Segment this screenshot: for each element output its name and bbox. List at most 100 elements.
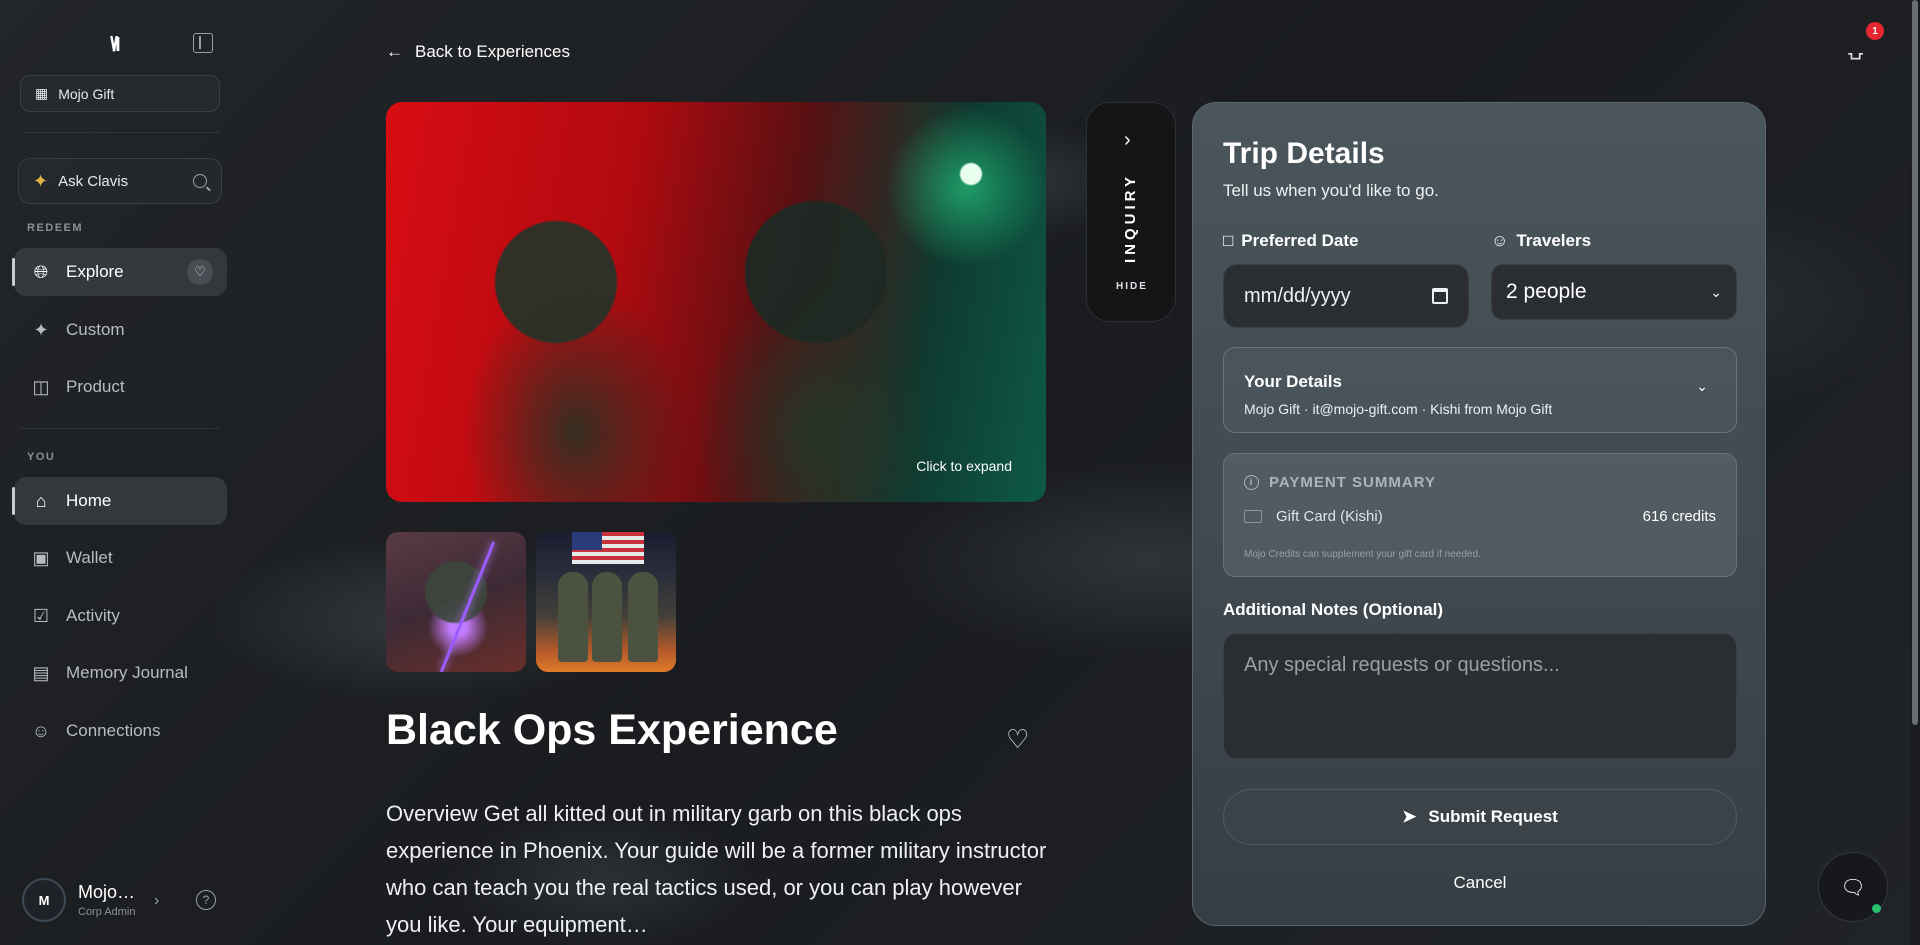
sidebar: \/I ▦ Mojo Gift ✦ Ask Clavis REDEEM 🌐︎ E…	[0, 0, 240, 945]
sidebar-item-label: Explore	[66, 262, 124, 281]
hide-label: HIDE	[1116, 281, 1148, 292]
help-icon[interactable]: ?	[196, 890, 216, 910]
details-heading: Your Details	[1244, 372, 1342, 391]
book-icon: ▤	[32, 662, 50, 683]
favorite-heart-icon[interactable]: ♡	[1006, 724, 1029, 755]
gift-icon: ◫	[32, 376, 50, 397]
hero-image[interactable]: Click to expand	[386, 102, 1046, 502]
users-icon: ☺	[31, 720, 51, 741]
soldier-figure	[628, 572, 658, 662]
section-label-you: YOU	[27, 451, 56, 463]
calendar-icon: □	[1223, 231, 1234, 250]
inquiry-label: INQUIRY	[1122, 173, 1139, 263]
submit-label: Submit Request	[1428, 807, 1558, 826]
sidebar-item-label: Wallet	[66, 548, 113, 567]
chevron-right-icon: ›	[1124, 129, 1131, 151]
notification-badge: 1	[1866, 22, 1884, 40]
sidebar-item-label: Home	[66, 491, 112, 510]
hero-caption: Click to expand	[916, 458, 1012, 474]
users-icon: ☺	[1491, 231, 1509, 250]
chevron-right-icon: ›	[154, 892, 160, 909]
sidebar-item-label: Activity	[66, 606, 120, 625]
bell-icon[interactable]: ⍽	[1848, 36, 1863, 61]
sidebar-item-home[interactable]: ⌂ Home	[12, 477, 227, 525]
payment-method: Gift Card (Kishi)	[1276, 508, 1383, 525]
notes-textarea[interactable]: Any special requests or questions...	[1223, 633, 1737, 759]
calendar-picker-icon[interactable]	[1432, 288, 1448, 304]
sidebar-item-activity[interactable]: ☑ Activity	[14, 592, 227, 640]
search-icon	[193, 174, 207, 188]
sidebar-item-memory-journal[interactable]: ▤ Memory Journal	[14, 649, 227, 697]
travelers-value: 2 people	[1506, 280, 1587, 303]
online-status-dot	[1872, 904, 1881, 913]
sidebar-item-label: Memory Journal	[66, 663, 188, 682]
chat-bubble-icon: 🗨︎	[1840, 876, 1866, 899]
sidebar-item-label: Custom	[66, 320, 125, 339]
gift-card-icon	[1244, 510, 1262, 523]
chevron-down-icon: ⌄	[1710, 283, 1722, 300]
submit-request-button[interactable]: ➤ Submit Request	[1223, 789, 1737, 845]
sidebar-item-label: Connections	[66, 721, 161, 740]
experience-description: Overview Get all kitted out in military …	[386, 801, 1047, 937]
sidebar-item-product[interactable]: ◫ Product	[14, 363, 227, 411]
arrow-left-icon: ←	[386, 42, 403, 61]
building-icon: ▦	[35, 85, 49, 101]
heart-icon[interactable]: ♡	[187, 259, 213, 285]
scrollbar-thumb[interactable]	[1912, 0, 1918, 725]
sidebar-collapse-icon[interactable]	[193, 33, 213, 53]
payment-summary: i PAYMENT SUMMARY Gift Card (Kishi) 616 …	[1223, 453, 1737, 577]
cancel-button[interactable]: Cancel	[1223, 873, 1737, 893]
page-title: Black Ops Experience	[386, 706, 838, 754]
wallet-icon: ▣	[32, 547, 50, 568]
travelers-label: ☺ Travelers	[1491, 231, 1591, 251]
date-placeholder: mm/dd/yyyy	[1244, 284, 1351, 307]
payment-credits: 616 credits	[1642, 508, 1716, 525]
travelers-select[interactable]: 2 people ⌄	[1491, 264, 1737, 320]
sidebar-item-custom[interactable]: ✦ Custom	[14, 306, 227, 354]
scrollbar[interactable]	[1910, 0, 1920, 945]
ask-label: Ask Clavis	[58, 172, 129, 190]
notes-label: Additional Notes (Optional)	[1223, 600, 1444, 619]
gallery-thumbnail[interactable]	[536, 532, 676, 672]
divider	[20, 428, 220, 429]
panel-subtitle: Tell us when you'd like to go.	[1223, 181, 1439, 200]
send-icon: ➤	[1402, 807, 1417, 826]
preferred-date-input[interactable]: mm/dd/yyyy	[1223, 264, 1469, 328]
user-profile[interactable]: M Mojo… Corp Admin ›	[22, 877, 222, 923]
avatar: M	[22, 878, 66, 922]
sparkle-icon: ✦	[33, 319, 49, 340]
user-name: Mojo…	[78, 882, 136, 902]
payment-heading: PAYMENT SUMMARY	[1269, 474, 1436, 491]
ask-clavis-search[interactable]: ✦ Ask Clavis	[18, 158, 222, 204]
soldier-figure	[558, 572, 588, 662]
divider	[20, 132, 220, 133]
back-label: Back to Experiences	[415, 42, 570, 61]
travelers-label-text: Travelers	[1516, 231, 1592, 250]
section-label-redeem: REDEEM	[27, 222, 84, 234]
org-selector[interactable]: ▦ Mojo Gift	[20, 75, 220, 112]
user-role: Corp Admin	[78, 906, 136, 918]
soldier-figure	[592, 572, 622, 662]
org-name: Mojo Gift	[58, 85, 115, 102]
inquiry-toggle[interactable]: › INQUIRY HIDE	[1086, 102, 1176, 322]
back-link[interactable]: ← Back to Experiences	[386, 42, 570, 62]
date-label: □ Preferred Date	[1223, 231, 1358, 251]
flag-image	[572, 532, 644, 564]
details-summary: Mojo Gift · it@mojo-gift.com · Kishi fro…	[1244, 401, 1553, 417]
sidebar-item-wallet[interactable]: ▣ Wallet	[14, 534, 227, 582]
sidebar-item-connections[interactable]: ☺ Connections	[14, 707, 227, 755]
payment-note: Mojo Credits can supplement your gift ca…	[1244, 549, 1481, 560]
trip-details-panel: Trip Details Tell us when you'd like to …	[1192, 102, 1766, 926]
your-details-accordion[interactable]: Your Details Mojo Gift · it@mojo-gift.co…	[1223, 347, 1737, 433]
sidebar-item-label: Product	[66, 377, 125, 396]
sparkle-icon: ✦	[33, 170, 49, 191]
calendar-icon: ☑	[32, 605, 50, 626]
home-icon: ⌂	[35, 490, 47, 511]
chevron-down-icon: ⌄	[1696, 378, 1708, 394]
sidebar-item-explore[interactable]: 🌐︎ Explore ♡	[12, 248, 227, 296]
date-label-text: Preferred Date	[1241, 231, 1359, 250]
info-icon: i	[1244, 475, 1259, 490]
globe-icon: 🌐︎	[33, 261, 49, 282]
app-logo[interactable]: \/I	[110, 34, 121, 57]
gallery-thumbnail[interactable]	[386, 532, 526, 672]
